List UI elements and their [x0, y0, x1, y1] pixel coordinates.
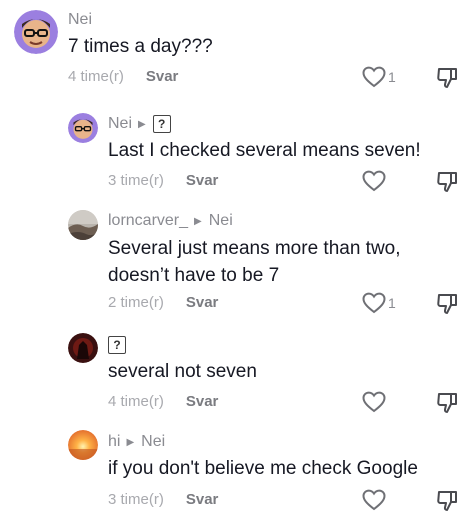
dislike-button[interactable]	[436, 391, 458, 420]
unknown-user-icon[interactable]: ?	[152, 115, 171, 133]
reply-button[interactable]: Svar	[186, 294, 219, 311]
triangle-right-icon: ▶	[126, 436, 135, 448]
unknown-user-icon[interactable]: ?	[108, 336, 126, 354]
triangle-right-icon: ▶	[138, 118, 146, 130]
comment-text-line-1: Several just means more than two,	[108, 238, 401, 259]
heart-icon	[362, 66, 386, 88]
comment-text: 7 times a day???	[68, 36, 213, 57]
reply-button[interactable]: Svar	[186, 393, 219, 410]
comment-meta: 3 time(r) Svar	[108, 491, 218, 508]
reply-button[interactable]: Svar	[186, 491, 219, 508]
comment-text: Last I checked several means seven!	[108, 140, 421, 161]
heart-icon	[362, 489, 386, 511]
dislike-button[interactable]	[436, 170, 458, 199]
like-button[interactable]	[362, 391, 386, 413]
comment-time: 4 time(r)	[68, 68, 124, 85]
avatar[interactable]	[68, 113, 98, 143]
heart-icon	[362, 170, 386, 192]
dislike-button[interactable]	[436, 489, 458, 518]
like-count: 1	[388, 69, 396, 85]
like-count: 1	[388, 295, 396, 311]
comment-1: Nei ▶ ? Last I checked several means sev…	[0, 110, 474, 205]
username-label[interactable]: Nei	[68, 11, 92, 29]
reply-button[interactable]: Svar	[186, 172, 219, 189]
comment-4: hi ▶ Nei if you don't believe me check G…	[0, 424, 474, 524]
avatar[interactable]	[68, 210, 98, 240]
avatar[interactable]	[14, 10, 58, 54]
comment-username[interactable]: Nei	[68, 11, 92, 29]
comment-meta: 3 time(r) Svar	[108, 172, 218, 189]
comment-username[interactable]: Nei ▶ ?	[108, 115, 171, 133]
thumbs-down-icon	[437, 294, 457, 314]
like-button[interactable]: 1	[362, 292, 396, 314]
thumbs-down-icon	[437, 491, 457, 511]
like-button[interactable]	[362, 489, 386, 511]
reply-to-username[interactable]: Nei	[209, 212, 233, 230]
username-label[interactable]: Nei	[108, 115, 132, 133]
comment-username[interactable]: hi ▶ Nei	[108, 433, 165, 451]
avatar[interactable]	[68, 430, 98, 460]
comment-text-line-2: doesn’t have to be 7	[108, 265, 280, 286]
comment-username[interactable]: ?	[108, 336, 126, 354]
heart-icon	[362, 391, 386, 413]
reply-button[interactable]: Svar	[146, 68, 179, 85]
like-button[interactable]	[362, 170, 386, 192]
username-label[interactable]: lorncarver_	[108, 212, 188, 230]
comment-2: lorncarver_ ▶ Nei Several just means mor…	[0, 205, 474, 327]
thumbs-down-icon	[437, 393, 457, 413]
comment-0: Nei 7 times a day??? 4 time(r) Svar 1	[0, 0, 474, 110]
avatar[interactable]	[68, 333, 98, 363]
comment-username[interactable]: lorncarver_ ▶ Nei	[108, 212, 233, 230]
triangle-right-icon: ▶	[194, 215, 202, 227]
comment-meta: 4 time(r) Svar	[68, 68, 178, 85]
thumbs-down-icon	[437, 172, 457, 192]
comment-time: 3 time(r)	[108, 172, 164, 189]
username-label[interactable]: hi	[108, 433, 120, 451]
comment-text: if you don't believe me check Google	[108, 458, 418, 479]
comment-time: 2 time(r)	[108, 294, 164, 311]
comment-time: 3 time(r)	[108, 491, 164, 508]
dislike-button[interactable]	[436, 66, 458, 95]
dislike-button[interactable]	[436, 292, 458, 321]
reply-to-username[interactable]: Nei	[141, 433, 165, 451]
comment-meta: 2 time(r) Svar	[108, 294, 218, 311]
heart-icon	[362, 292, 386, 314]
comment-meta: 4 time(r) Svar	[108, 393, 218, 410]
comment-text: several not seven	[108, 361, 257, 382]
like-button[interactable]: 1	[362, 66, 396, 88]
thumbs-down-icon	[437, 68, 457, 88]
comment-3: ? several not seven 4 time(r) Svar	[0, 327, 474, 424]
comment-time: 4 time(r)	[108, 393, 164, 410]
